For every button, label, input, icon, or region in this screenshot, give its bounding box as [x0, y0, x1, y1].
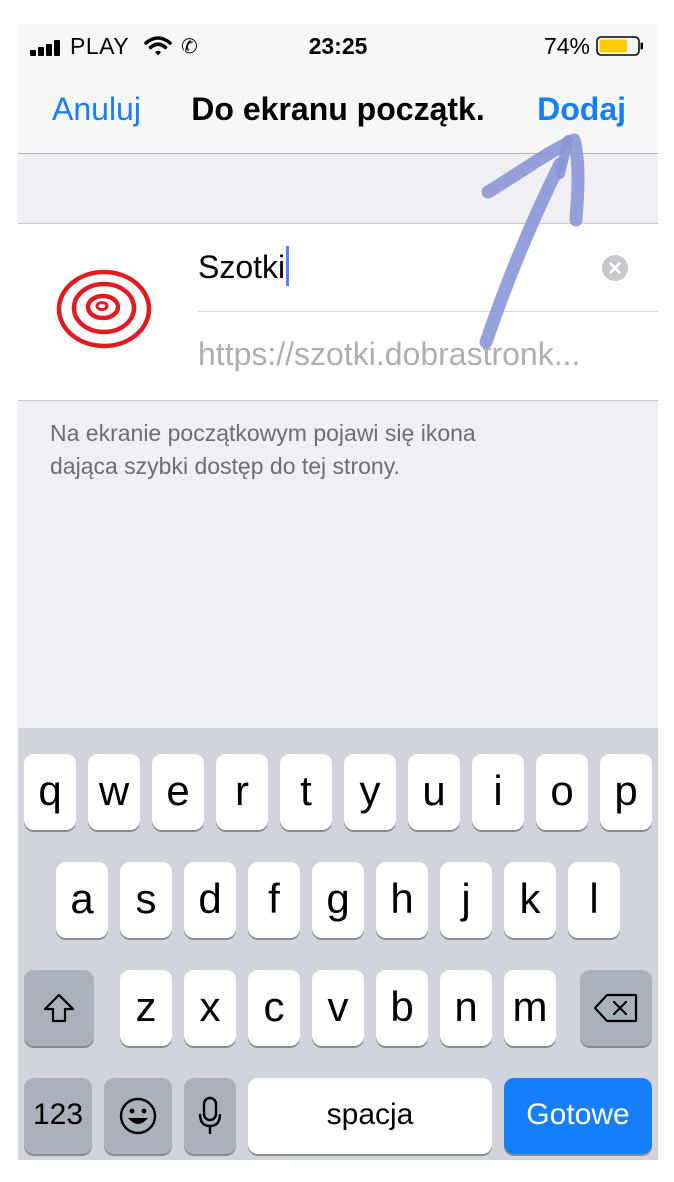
key-p[interactable]: p	[600, 754, 652, 830]
key-c[interactable]: c	[248, 970, 300, 1046]
text-cursor	[286, 246, 290, 286]
key-v[interactable]: v	[312, 970, 364, 1046]
clear-icon[interactable]	[602, 255, 628, 281]
key-j[interactable]: j	[440, 862, 492, 938]
backspace-icon	[593, 993, 638, 1023]
key-b[interactable]: b	[376, 970, 428, 1046]
emoji-icon	[119, 1097, 157, 1135]
key-a[interactable]: a	[56, 862, 108, 938]
key-f[interactable]: f	[248, 862, 300, 938]
keyboard: qwertyuiop asdfghjkl zxcvbnm 123 spacja …	[18, 728, 658, 1160]
key-t[interactable]: t	[280, 754, 332, 830]
url-text: https://szotki.dobrastronk...	[198, 336, 581, 372]
key-q[interactable]: q	[24, 754, 76, 830]
key-n[interactable]: n	[440, 970, 492, 1046]
shift-icon	[43, 993, 75, 1023]
key-z[interactable]: z	[120, 970, 172, 1046]
status-bar: PLAY ✆ 23:25 74%	[18, 24, 658, 68]
numbers-key[interactable]: 123	[24, 1078, 92, 1154]
info-text: Na ekranie początkowym pojawi się ikona …	[50, 417, 610, 483]
key-g[interactable]: g	[312, 862, 364, 938]
bookmark-form: Szotki https://szotki.dobrastronk...	[18, 223, 658, 401]
backspace-key[interactable]	[580, 970, 652, 1046]
target-icon	[56, 269, 152, 349]
key-l[interactable]: l	[568, 862, 620, 938]
add-button[interactable]: Dodaj	[537, 91, 626, 128]
name-value: Szotki	[198, 249, 286, 285]
key-h[interactable]: h	[376, 862, 428, 938]
done-key[interactable]: Gotowe	[504, 1078, 652, 1154]
emoji-key[interactable]	[104, 1078, 172, 1154]
microphone-key[interactable]	[184, 1078, 236, 1154]
shift-key[interactable]	[24, 970, 94, 1046]
battery-icon	[596, 36, 643, 56]
name-field[interactable]: Szotki	[198, 246, 290, 286]
navigation-bar: Anuluj Do ekranu początk. Dodaj	[18, 68, 658, 154]
name-row: Szotki	[198, 224, 658, 312]
key-u[interactable]: u	[408, 754, 460, 830]
key-o[interactable]: o	[536, 754, 588, 830]
key-i[interactable]: i	[472, 754, 524, 830]
key-y[interactable]: y	[344, 754, 396, 830]
key-d[interactable]: d	[184, 862, 236, 938]
key-k[interactable]: k	[504, 862, 556, 938]
key-w[interactable]: w	[88, 754, 140, 830]
key-r[interactable]: r	[216, 754, 268, 830]
info-text-line1: Na ekranie początkowym pojawi się ikona	[50, 420, 476, 446]
space-key[interactable]: spacja	[248, 1078, 492, 1154]
info-text-line2: dająca szybki dostęp do tej strony.	[50, 453, 400, 479]
microphone-icon	[198, 1096, 222, 1134]
battery-percent: 74%	[543, 33, 590, 59]
key-x[interactable]: x	[184, 970, 236, 1046]
key-s[interactable]: s	[120, 862, 172, 938]
screen: PLAY ✆ 23:25 74% Anuluj Do ekranu począt…	[18, 24, 658, 1160]
key-m[interactable]: m	[504, 970, 556, 1046]
key-e[interactable]: e	[152, 754, 204, 830]
